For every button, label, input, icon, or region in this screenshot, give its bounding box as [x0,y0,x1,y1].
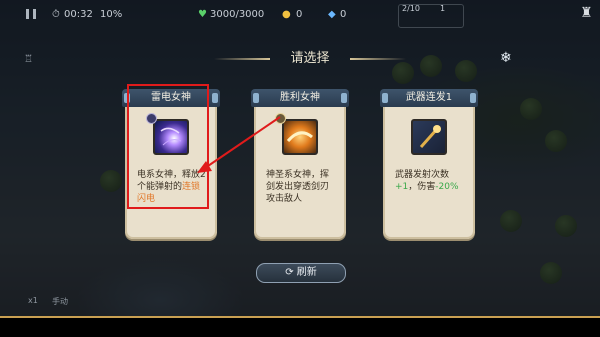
refresh-button[interactable]: ⟳ 刷新 [256,263,346,283]
annotation-arrow-icon [197,116,281,173]
refresh-icon: ⟳ [285,267,297,278]
bottom-bar [0,318,600,337]
refresh-label: 刷新 [296,267,317,278]
